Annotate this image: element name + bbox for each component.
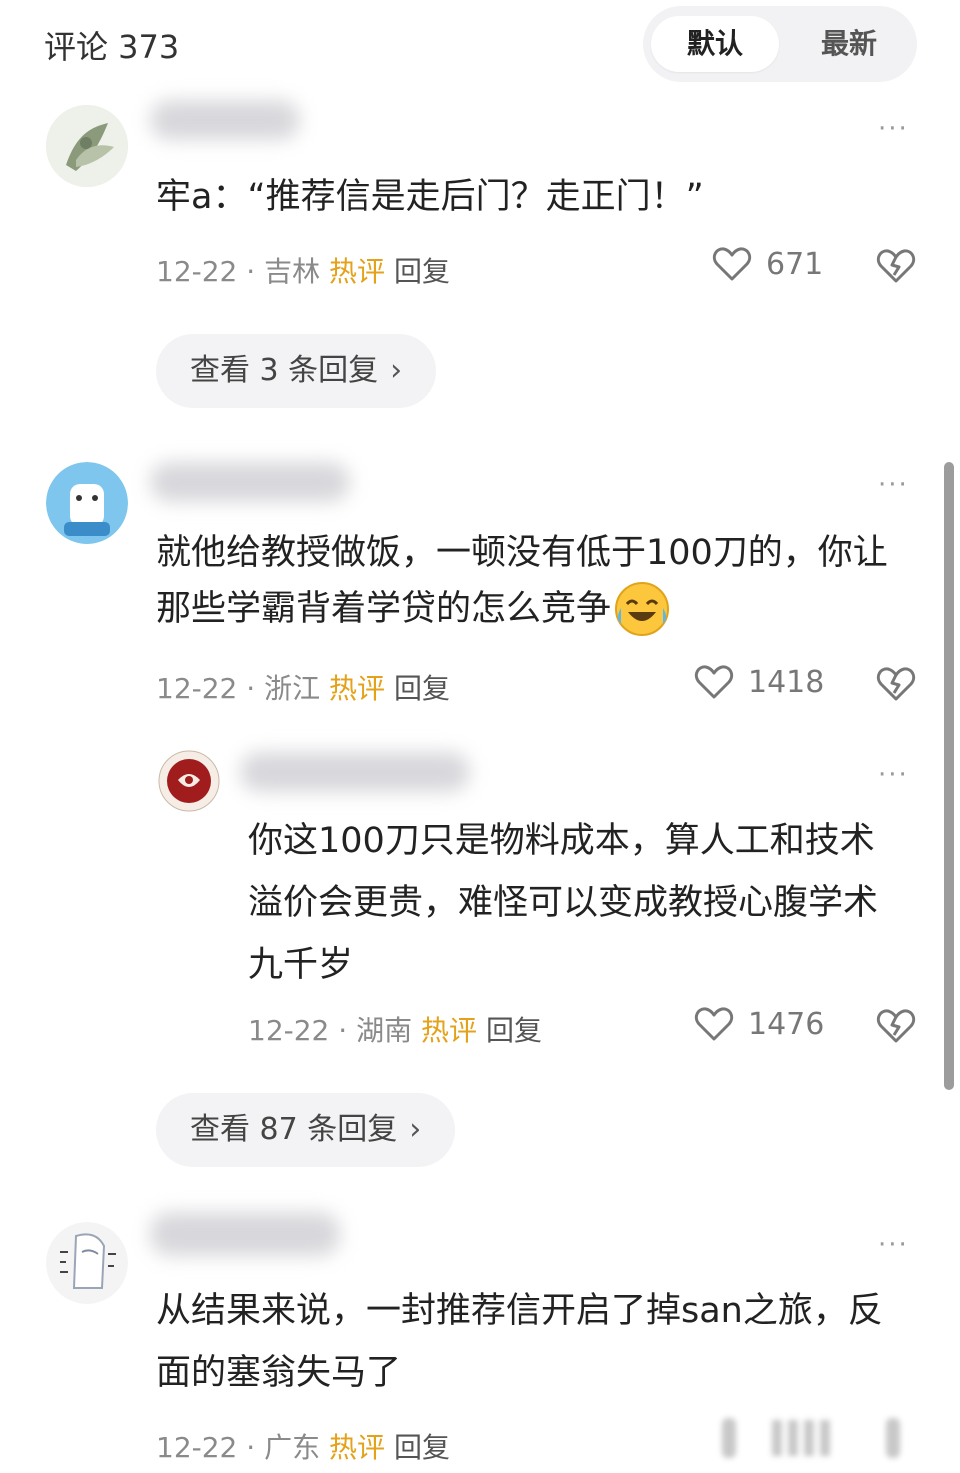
like-count: 1476 — [748, 1006, 825, 1042]
comment-date: 12-22 — [156, 672, 238, 705]
comment-text: 就他给教授做饭，一顿没有低于100刀的，你让 那些学霸背着学贷的怎么竞争 — [156, 526, 888, 638]
comment-date: 12-22 — [156, 1431, 238, 1464]
chevron-right-icon: › — [409, 1112, 422, 1147]
reply-text-line: 溢价会更贵，难怪可以变成教授心腹学术 — [248, 883, 879, 923]
like-button[interactable]: 1418 — [694, 664, 824, 700]
like-button[interactable]: 671 — [712, 246, 823, 282]
view-replies-button[interactable]: 查看 87 条回复 › — [156, 1093, 456, 1167]
comment-text: 从结果来说，一封推荐信开启了掉san之旅，反 面的塞翁失马了 — [156, 1284, 883, 1408]
comments-header-title: 评论 373 — [44, 28, 180, 66]
comment-location: 广东 — [264, 1431, 321, 1464]
broken-heart-icon — [876, 1009, 916, 1043]
comment-meta: 12-22 · 广东 热评 回复 — [156, 1426, 450, 1466]
laughing-crying-emoji-icon — [615, 582, 670, 636]
meta-separator: · — [246, 672, 256, 705]
sort-default-button[interactable]: 默认 — [651, 16, 779, 72]
username-blurred[interactable] — [150, 1212, 340, 1256]
sort-latest-button[interactable]: 最新 — [787, 16, 911, 72]
more-options-icon[interactable]: ··· — [878, 470, 909, 500]
more-options-icon[interactable]: ··· — [878, 1230, 909, 1260]
comment-meta: 12-22 · 浙江 热评 回复 — [156, 667, 450, 707]
view-replies-label: 查看 87 条回复 — [190, 1112, 398, 1147]
reply-text-line: 九千岁 — [248, 945, 354, 985]
dislike-button[interactable] — [876, 1008, 916, 1048]
meta-separator: · — [246, 255, 256, 288]
reply-date: 12-22 — [248, 1014, 330, 1047]
more-options-icon[interactable]: ··· — [878, 760, 909, 790]
reply-location: 湖南 — [356, 1014, 413, 1047]
avatar[interactable] — [46, 105, 128, 187]
comment-text-line: 面的塞翁失马了 — [156, 1353, 402, 1393]
comment-location: 浙江 — [264, 672, 321, 705]
like-count: 1418 — [748, 664, 825, 700]
avatar[interactable] — [46, 462, 128, 544]
avatar[interactable] — [46, 1222, 128, 1304]
heart-outline-icon — [694, 665, 734, 699]
comment-text-line: 就他给教授做饭，一顿没有低于100刀的，你让 — [156, 533, 888, 573]
reply-text: 你这100刀只是物料成本，算人工和技术 溢价会更贵，难怪可以变成教授心腹学术 九… — [248, 814, 878, 1000]
dislike-button[interactable] — [876, 248, 916, 288]
sort-toggle: 默认 最新 — [643, 6, 917, 82]
meta-separator: · — [246, 1431, 256, 1464]
reply-text-line: 你这100刀只是物料成本，算人工和技术 — [248, 821, 875, 861]
avatar[interactable] — [158, 750, 220, 812]
comment-text-line: 从结果来说，一封推荐信开启了掉san之旅，反 — [156, 1291, 883, 1331]
comment-meta: 12-22 · 吉林 热评 回复 — [156, 250, 450, 290]
username-blurred[interactable] — [150, 462, 350, 502]
comment-text-line: 那些学霸背着学贷的怎么竞争 — [156, 580, 888, 638]
broken-heart-icon — [876, 667, 916, 701]
like-count: 671 — [766, 246, 824, 282]
like-button[interactable]: 1476 — [694, 1006, 824, 1042]
reply-meta: 12-22 · 湖南 热评 回复 — [248, 1009, 542, 1049]
more-options-icon[interactable]: ··· — [878, 114, 909, 144]
hot-comment-badge: 热评 — [329, 672, 386, 705]
scrollbar[interactable] — [944, 462, 954, 1090]
username-blurred[interactable] — [150, 100, 300, 140]
view-replies-button[interactable]: 查看 3 条回复 › — [156, 334, 437, 408]
username-blurred[interactable] — [240, 752, 470, 792]
heart-outline-icon — [694, 1007, 734, 1041]
reply-button[interactable]: 回复 — [486, 1014, 542, 1047]
dislike-button[interactable] — [876, 666, 916, 706]
reply-button[interactable]: 回复 — [394, 672, 450, 705]
hot-comment-badge: 热评 — [421, 1014, 478, 1047]
broken-heart-icon — [876, 249, 916, 283]
obscured-like-area — [700, 1412, 930, 1462]
reply-button[interactable]: 回复 — [394, 1431, 450, 1464]
hot-comment-badge: 热评 — [329, 1431, 386, 1464]
meta-separator: · — [338, 1014, 348, 1047]
reply-button[interactable]: 回复 — [394, 255, 450, 288]
view-replies-label: 查看 3 条回复 — [190, 353, 379, 388]
comment-text-line-content: 那些学霸背着学贷的怎么竞争 — [156, 589, 612, 629]
chevron-right-icon: › — [390, 353, 403, 388]
hot-comment-badge: 热评 — [329, 255, 386, 288]
heart-outline-icon — [712, 247, 752, 281]
comment-text: 牢a：“推荐信是走后门？走正门！” — [156, 177, 704, 217]
comment-location: 吉林 — [264, 255, 321, 288]
comment-date: 12-22 — [156, 255, 238, 288]
